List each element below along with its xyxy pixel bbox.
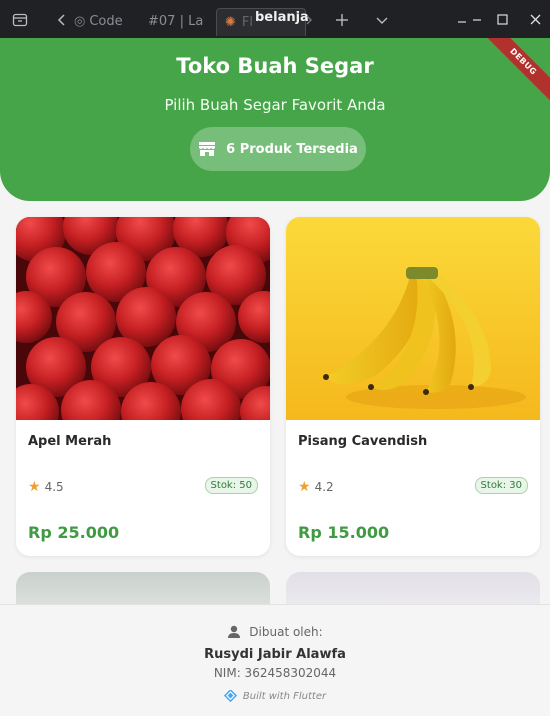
tab-code[interactable]: ◎ Code [74,8,126,36]
window-titlebar: ◎Code #07 | Lay ✺Fl belanja [0,0,550,38]
tab-layout[interactable]: #07 | Lay [148,8,204,36]
chevron-right-icon[interactable] [301,12,317,28]
tab-label: #07 | Lay [148,14,204,29]
built-with-label: Built with Flutter [242,691,327,702]
student-id: NIM: 362458302044 [213,666,337,680]
rating-value: 4.2 [314,480,334,494]
star-icon: ★ [28,479,41,495]
product-count-label: 6 Produk Tersedia [226,141,358,157]
rating-value: 4.5 [44,480,64,494]
minimize-icon[interactable] [470,12,486,28]
flutter-tab-icon: ✺ [225,15,236,30]
app-header: Toko Buah Segar Pilih Buah Segar Favorit… [0,38,550,201]
person-icon [228,625,241,638]
stock-badge: Stok: 30 [474,477,528,494]
built-with-row: Built with Flutter [0,690,550,703]
flutter-logo-icon [223,690,237,703]
product-name: Pisang Cavendish [298,434,428,449]
product-card[interactable]: Apel Merah ★ 4.5 Stok: 50 Rp 25.000 [16,217,270,556]
back-icon[interactable] [54,12,70,28]
footer: Dibuat oleh: Rusydi Jabir Alawfa NIM: 36… [0,604,550,716]
tab-label: Code [89,14,123,29]
store-title: Toko Buah Segar [176,54,374,78]
product-rating: ★ 4.2 [298,479,334,495]
github-icon: ◎ [74,14,86,29]
maximize-icon[interactable] [495,12,511,28]
new-tab-icon[interactable] [334,12,350,28]
store-subtitle: Pilih Buah Segar Favorit Anda [164,96,386,114]
product-image [16,217,270,420]
tab-label: Fl [241,15,253,30]
product-price: Rp 25.000 [28,523,120,542]
star-icon: ★ [298,479,311,495]
chevron-down-icon[interactable] [374,12,390,28]
product-price: Rp 15.000 [298,523,390,542]
credit-label-row: Dibuat oleh: [0,625,550,639]
minimize-window-icon[interactable] [455,12,471,28]
close-icon[interactable] [528,12,544,28]
stock-badge: Stok: 50 [204,477,258,494]
product-rating: ★ 4.5 [28,479,64,495]
product-card[interactable]: Pisang Cavendish ★ 4.2 Stok: 30 Rp 15.00… [286,217,540,556]
credit-label: Dibuat oleh: [249,625,323,639]
author-name: Rusydi Jabir Alawfa [204,647,346,662]
window-menu-icon[interactable] [12,12,28,28]
product-name: Apel Merah [28,434,112,449]
bananas-image [286,217,540,420]
product-image [286,217,540,420]
product-count-badge: 6 Produk Tersedia [190,127,366,171]
store-icon [199,142,216,156]
red-apples-image [16,217,270,420]
